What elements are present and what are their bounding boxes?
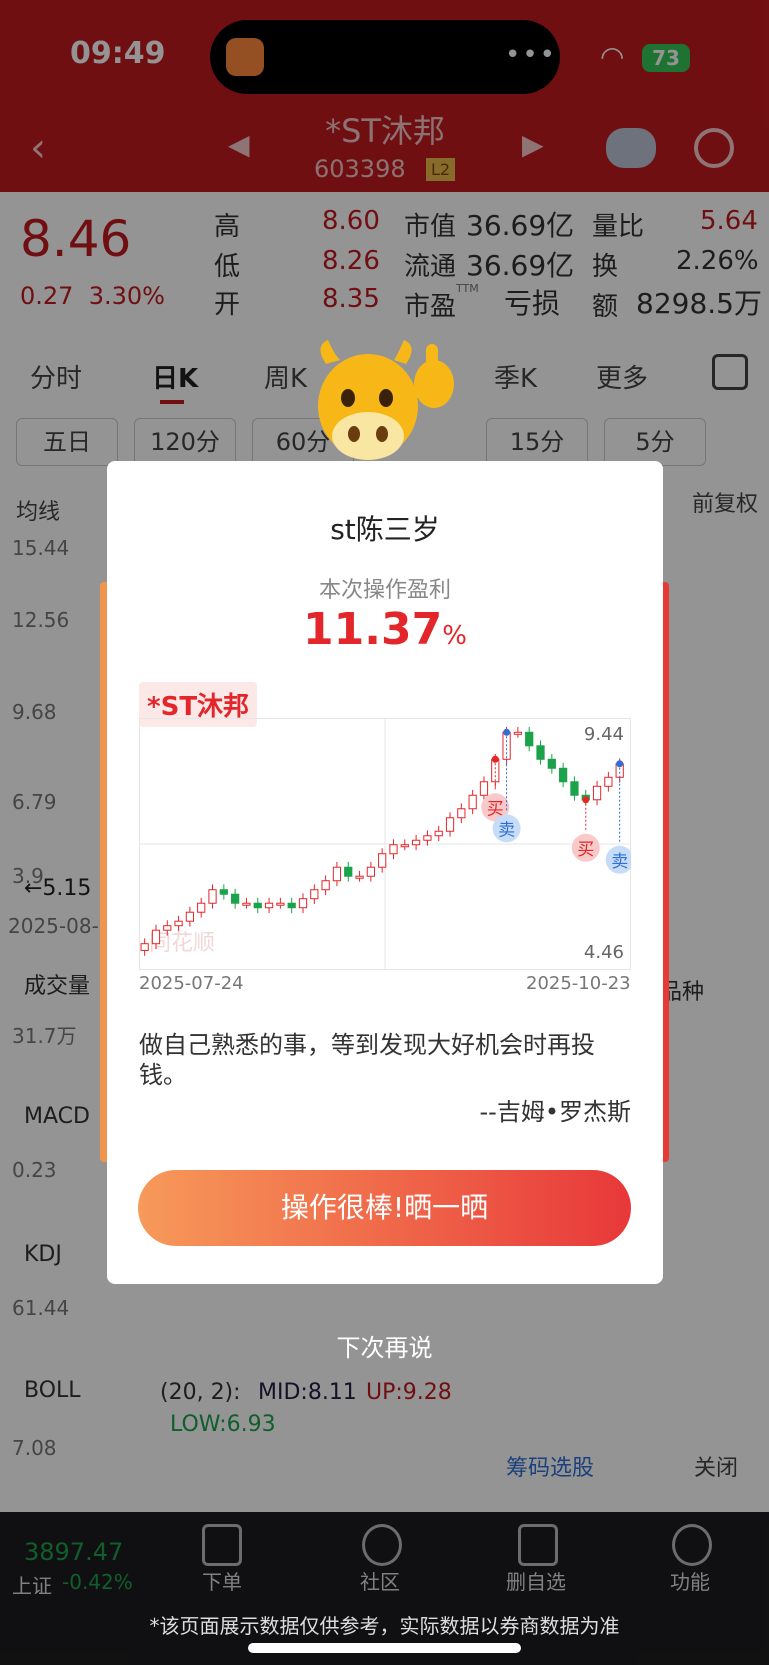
mascot-cow-icon: [306, 340, 466, 480]
mini-kline-chart: 同花顺 买卖买卖 9.44 4.46: [139, 718, 631, 970]
share-button[interactable]: 操作很棒!晒一晒: [138, 1170, 631, 1246]
profit-label: 本次操作盈利: [318, 578, 451, 603]
candle-body: [423, 835, 432, 841]
user-name: st陈三岁: [330, 513, 440, 546]
candle-body: [525, 731, 534, 747]
candle-body: [378, 853, 387, 868]
candle-body: [332, 866, 342, 882]
candle-body: [310, 889, 319, 900]
candle-body: [389, 844, 398, 855]
candle-body: [264, 902, 274, 909]
candle-body: [242, 902, 251, 906]
dismiss-later-link[interactable]: 下次再说: [0, 1328, 769, 1363]
sell-marker-label: 卖: [611, 852, 628, 872]
candle-body: [445, 817, 455, 832]
profit-unit: %: [442, 621, 467, 651]
candle-body: [434, 830, 443, 837]
candle-body: [185, 911, 195, 922]
candle-body: [151, 929, 161, 945]
candle-body: [457, 808, 466, 819]
candle-body: [400, 844, 409, 848]
chart-date-start: 2025-07-24: [139, 973, 244, 994]
candle-body: [411, 839, 421, 846]
buy-marker-label: 买: [577, 840, 594, 860]
chart-low-label: 4.46: [584, 942, 624, 963]
sell-marker-dot: [616, 760, 624, 768]
candle-body: [570, 781, 579, 796]
candle-body: [287, 902, 296, 909]
candle-body: [344, 866, 353, 877]
disclaimer: *该页面展示数据仅供参考，实际数据以券商数据为准: [149, 1614, 620, 1638]
home-indicator: [248, 1643, 521, 1653]
candle-body: [298, 898, 308, 909]
buy-marker-dot: [491, 755, 499, 763]
candle-body: [592, 785, 602, 801]
candle-body: [468, 794, 477, 810]
sell-marker-dot: [503, 728, 511, 736]
candle-body: [604, 776, 613, 787]
chart-date-end: 2025-10-23: [526, 973, 631, 994]
candle-body: [253, 902, 262, 909]
profit-number: 11.37: [303, 604, 443, 655]
investment-quote: 做自己熟悉的事，等到发现大好机会时再投钱。: [139, 1031, 595, 1089]
candle-body: [231, 893, 240, 904]
profit-value: 11.37%: [107, 604, 663, 655]
candle-body: [163, 925, 172, 931]
candle-body: [536, 745, 545, 760]
candle-body: [479, 781, 489, 796]
candle-body: [276, 902, 285, 906]
candle-body: [197, 902, 206, 913]
candle-body: [321, 880, 330, 891]
candle-body: [208, 889, 217, 904]
candle-body: [355, 875, 364, 879]
candle-body: [140, 943, 149, 951]
chart-high-label: 9.44: [584, 724, 624, 745]
quote-author: --吉姆•罗杰斯: [479, 1098, 631, 1126]
candle-body: [547, 758, 556, 769]
candle-body: [219, 889, 228, 895]
candle-body: [513, 731, 523, 735]
candle-body: [559, 767, 568, 783]
sell-marker-label: 卖: [498, 820, 515, 840]
candle-body: [366, 866, 375, 877]
buy-marker-dot: [582, 796, 590, 804]
candle-body: [174, 920, 183, 927]
